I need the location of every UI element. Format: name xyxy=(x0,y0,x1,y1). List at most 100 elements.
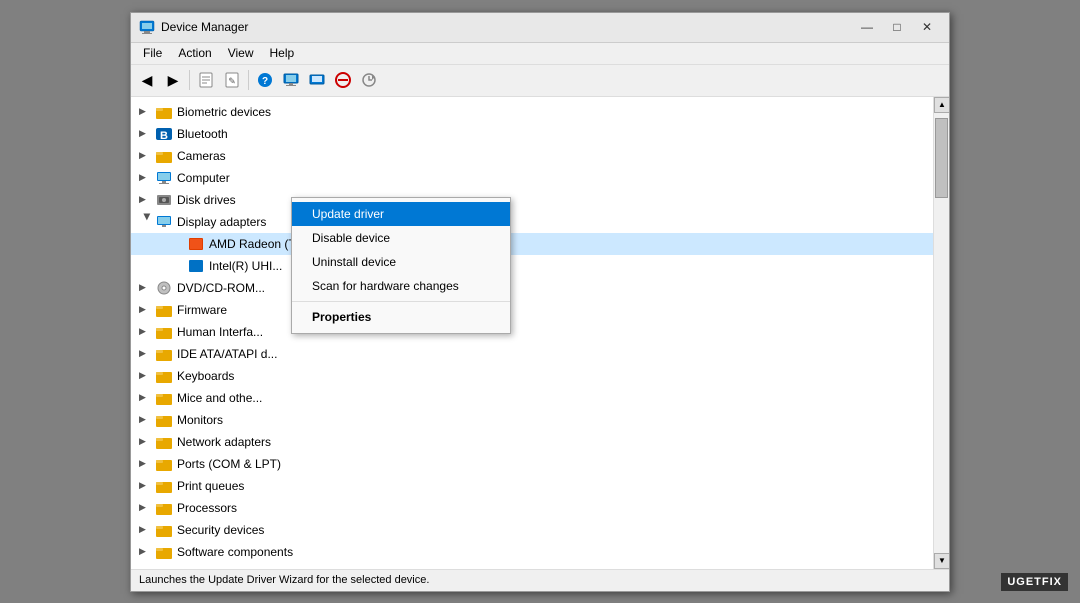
tree-item-disk[interactable]: ▶ Disk drives xyxy=(131,189,933,211)
ctx-uninstall-device[interactable]: Uninstall device xyxy=(292,250,510,274)
tree-item-processors[interactable]: ▶ Processors xyxy=(131,497,933,519)
expand-arrow: ▶ xyxy=(139,568,155,569)
folder-icon xyxy=(155,521,173,539)
help-button[interactable]: ? xyxy=(253,68,277,92)
scroll-down-button[interactable]: ▼ xyxy=(934,553,949,569)
tree-item-label: Software components xyxy=(177,545,293,559)
tree-item-keyboards[interactable]: ▶ Keyboards xyxy=(131,365,933,387)
tree-item-firmware[interactable]: ▶ Firmware xyxy=(131,299,933,321)
tree-item-mice[interactable]: ▶ Mice and othe... xyxy=(131,387,933,409)
folder-icon xyxy=(155,477,173,495)
folder-icon xyxy=(155,411,173,429)
scan-button[interactable] xyxy=(357,68,381,92)
expand-arrow: ▶ xyxy=(139,150,155,161)
expand-arrow: ▶ xyxy=(139,502,155,513)
menu-help[interactable]: Help xyxy=(262,44,303,62)
menu-action[interactable]: Action xyxy=(170,44,219,62)
disable-button[interactable] xyxy=(331,68,355,92)
tree-item-label: Security devices xyxy=(177,523,264,537)
tree-item-label: Intel(R) UHI... xyxy=(209,259,282,273)
menu-bar: File Action View Help xyxy=(131,43,949,65)
tree-item-label: Software devices xyxy=(177,567,268,569)
tree-item-network[interactable]: ▶ Network adapters xyxy=(131,431,933,453)
tree-item-label: DVD/CD-ROM... xyxy=(177,281,265,295)
tree-item-software-devices[interactable]: ▶ Software devices xyxy=(131,563,933,569)
tree-item-hid[interactable]: ▶ Human Interfa... xyxy=(131,321,933,343)
expand-arrow: ▶ xyxy=(139,546,155,557)
scrollbar-track[interactable] xyxy=(934,113,949,553)
menu-file[interactable]: File xyxy=(135,44,170,62)
expand-arrow: ▶ xyxy=(139,282,155,293)
folder-icon xyxy=(155,433,173,451)
tree-item-label: Computer xyxy=(177,171,230,185)
tree-item-label: Disk drives xyxy=(177,193,236,207)
svg-text:B: B xyxy=(160,130,168,142)
expand-arrow: ▶ xyxy=(139,436,155,447)
status-text: Launches the Update Driver Wizard for th… xyxy=(139,574,429,586)
folder-icon xyxy=(155,301,173,319)
tree-item-monitors[interactable]: ▶ Monitors xyxy=(131,409,933,431)
minimize-button[interactable]: — xyxy=(853,17,881,37)
ctx-scan-hardware[interactable]: Scan for hardware changes xyxy=(292,274,510,298)
expand-arrow: ▶ xyxy=(139,172,155,183)
tree-item-ide[interactable]: ▶ IDE ATA/ATAPI d... xyxy=(131,343,933,365)
tree-item-amd[interactable]: AMD Radeon (TM) RX 640 xyxy=(131,233,933,255)
amd-icon xyxy=(187,235,205,253)
tree-item-computer[interactable]: ▶ Computer xyxy=(131,167,933,189)
disk-icon xyxy=(155,191,173,209)
scroll-up-button[interactable]: ▲ xyxy=(934,97,949,113)
intel-icon xyxy=(187,257,205,275)
tree-item-dvd[interactable]: ▶ DVD/CD-ROM... xyxy=(131,277,933,299)
properties-button[interactable] xyxy=(194,68,218,92)
ctx-disable-device[interactable]: Disable device xyxy=(292,226,510,250)
expand-arrow: ▶ xyxy=(139,524,155,535)
tree-item-cameras[interactable]: ▶ Cameras xyxy=(131,145,933,167)
scrollbar-thumb[interactable] xyxy=(935,118,948,198)
tree-item-label: Keyboards xyxy=(177,369,234,383)
forward-button[interactable]: ▶ xyxy=(161,68,185,92)
tree-item-security[interactable]: ▶ Security devices xyxy=(131,519,933,541)
tree-item-software-components[interactable]: ▶ Software components xyxy=(131,541,933,563)
folder-icon xyxy=(155,147,173,165)
expand-arrow: ▶ xyxy=(139,458,155,469)
ctx-update-driver[interactable]: Update driver xyxy=(292,202,510,226)
back-button[interactable]: ◀ xyxy=(135,68,159,92)
folder-icon xyxy=(155,543,173,561)
tree-item-label: Network adapters xyxy=(177,435,271,449)
expand-arrow: ▶ xyxy=(139,370,155,381)
update-button[interactable]: ✎ xyxy=(220,68,244,92)
monitor-button[interactable] xyxy=(279,68,303,92)
device-tree[interactable]: ▶ Biometric devices ▶ B Bluetooth ▶ xyxy=(131,97,933,569)
tree-item-label: Human Interfa... xyxy=(177,325,263,339)
scrollbar[interactable]: ▲ ▼ xyxy=(933,97,949,569)
display-icon xyxy=(155,213,173,231)
tree-item-display[interactable]: ▶ Display adapters xyxy=(131,211,933,233)
folder-icon xyxy=(155,565,173,569)
tree-item-label: Firmware xyxy=(177,303,227,317)
close-button[interactable]: ✕ xyxy=(913,17,941,37)
tree-item-bluetooth[interactable]: ▶ B Bluetooth xyxy=(131,123,933,145)
ctx-properties[interactable]: Properties xyxy=(292,305,510,329)
folder-icon xyxy=(155,103,173,121)
tree-item-label: Mice and othe... xyxy=(177,391,262,405)
toolbar: ◀ ▶ ✎ ? xyxy=(131,65,949,97)
tree-item-label: Display adapters xyxy=(177,215,266,229)
tree-item-print[interactable]: ▶ Print queues xyxy=(131,475,933,497)
tree-item-ports[interactable]: ▶ Ports (COM & LPT) xyxy=(131,453,933,475)
tree-item-label: Monitors xyxy=(177,413,223,427)
device-manager-window: Device Manager — □ ✕ File Action View He… xyxy=(130,12,950,592)
maximize-button[interactable]: □ xyxy=(883,17,911,37)
tree-item-label: IDE ATA/ATAPI d... xyxy=(177,347,277,361)
svg-text:✎: ✎ xyxy=(228,76,236,86)
tree-item-biometric[interactable]: ▶ Biometric devices xyxy=(131,101,933,123)
display-button[interactable] xyxy=(305,68,329,92)
expand-arrow: ▶ xyxy=(142,214,153,230)
expand-arrow: ▶ xyxy=(139,414,155,425)
expand-arrow: ▶ xyxy=(139,194,155,205)
tree-item-intel[interactable]: Intel(R) UHI... xyxy=(131,255,933,277)
menu-view[interactable]: View xyxy=(220,44,262,62)
toolbar-separator-1 xyxy=(189,70,190,90)
tree-item-label: Bluetooth xyxy=(177,127,228,141)
ctx-separator xyxy=(292,301,510,302)
tree-item-label: Biometric devices xyxy=(177,105,271,119)
